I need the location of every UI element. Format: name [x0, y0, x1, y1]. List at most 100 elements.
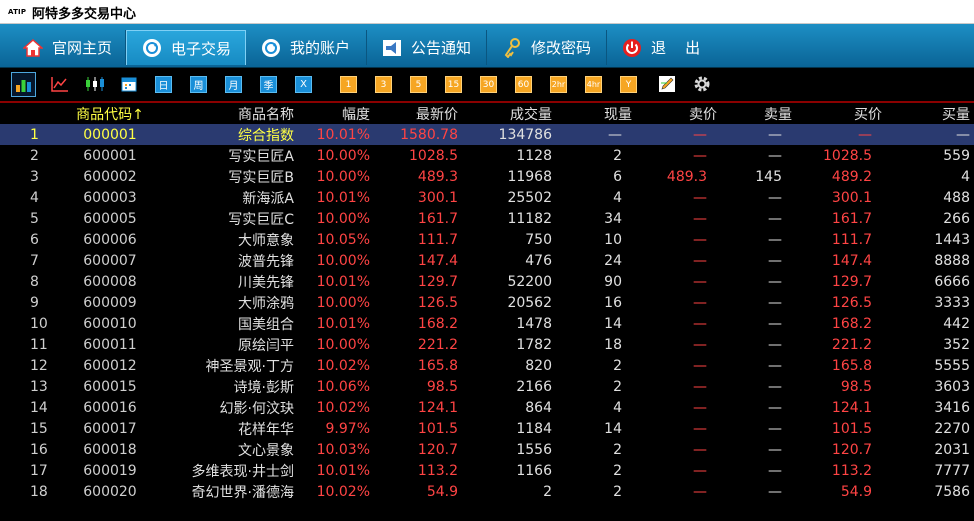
cell-ask-volume: —	[768, 462, 782, 479]
cell-current-volume: 24	[604, 252, 622, 269]
minute-1-button[interactable]: 1	[340, 76, 357, 93]
table-header: 商品代码↑ 商品名称 幅度 最新价 成交量 现量 卖价 卖量 买价 买量	[0, 103, 974, 124]
nav-logout[interactable]: 退 出	[607, 30, 727, 65]
cell-bid-volume: 559	[943, 147, 970, 164]
column-header-bid[interactable]: 买价	[792, 103, 882, 124]
period-quarter-button[interactable]: 季	[260, 76, 277, 93]
cell-row-index: 9	[30, 294, 39, 311]
period-x-button[interactable]: X	[295, 76, 312, 93]
minute-5-button[interactable]: 5	[410, 76, 427, 93]
table-row[interactable]: 8 600008 川美先锋 10.01% 129.7 52200 90 — — 129.7 6666	[0, 271, 974, 292]
cell-change-percent: 10.00%	[316, 210, 370, 227]
cell-last-price: 111.7	[417, 231, 458, 248]
cell-bid-price: 98.5	[840, 378, 872, 395]
period-month-button[interactable]: 月	[225, 76, 242, 93]
column-header-ask[interactable]: 卖价	[632, 103, 717, 124]
candlestick-icon	[86, 76, 104, 91]
hour-4-button[interactable]: 4hr	[585, 76, 602, 93]
calendar-button[interactable]	[120, 75, 138, 92]
table-row[interactable]: 5 600005 写实巨匠C 10.00% 161.7 11182 34 — — 161.7 266	[0, 208, 974, 229]
hour-2-button[interactable]: 2hr	[550, 76, 567, 93]
minute-60-button[interactable]: 60	[515, 76, 532, 93]
draw-tool-button[interactable]	[657, 75, 677, 92]
column-header-name[interactable]: 商品名称	[160, 103, 300, 124]
column-header-change[interactable]: 幅度	[300, 103, 370, 124]
chart-toolbar: 日 周 月 季 X 1 3 5 15 30 60 2hr 4hr Y	[0, 68, 974, 101]
cell-ask-price: —	[693, 273, 707, 290]
nav-change-password[interactable]: 修改密码	[487, 30, 607, 65]
nav-trading[interactable]: 电子交易	[126, 30, 246, 65]
refresh-icon	[141, 37, 163, 59]
cell-row-index: 10	[30, 315, 48, 332]
cell-current-volume: 4	[613, 189, 622, 206]
minute-15-button[interactable]: 15	[445, 76, 462, 93]
cell-current-volume: 10	[604, 231, 622, 248]
table-row[interactable]: 16 600018 文心景象 10.03% 120.7 1556 2 — — 120.7 2031	[0, 439, 974, 460]
cell-product-name: 文心景象	[238, 442, 294, 459]
table-row[interactable]: 6 600006 大师意象 10.05% 111.7 750 10 — — 111.7 1443	[0, 229, 974, 250]
table-row[interactable]: 12 600012 神圣景观·丁方 10.02% 165.8 820 2 — — 165.8 555…	[0, 355, 974, 376]
cell-current-volume: 4	[613, 399, 622, 416]
table-row[interactable]: 3 600002 写实巨匠B 10.00% 489.3 11968 6 489.3 145 489…	[0, 166, 974, 187]
pencil-icon	[659, 75, 675, 92]
window-title: 阿特多多交易中心	[32, 7, 137, 22]
quote-list-button[interactable]	[11, 72, 36, 97]
table-row[interactable]: 13 600015 诗境·彭斯 10.06% 98.5 2166 2 — — 98.5 3603	[0, 376, 974, 397]
table-row[interactable]: 9 600009 大师涂鸦 10.00% 126.5 20562 16 — — 126.5 3333	[0, 292, 974, 313]
cell-change-percent: 10.00%	[316, 336, 370, 353]
main-nav: 官网主页 电子交易 我的账户 公告通知 修改密码 退 出	[0, 24, 974, 68]
minute-3-button[interactable]: 3	[375, 76, 392, 93]
column-header-volume[interactable]: 成交量	[458, 103, 552, 124]
period-week-button[interactable]: 周	[190, 76, 207, 93]
cell-change-percent: 10.01%	[316, 315, 370, 332]
nav-home[interactable]: 官网主页	[8, 30, 126, 65]
table-row[interactable]: 1 000001 综合指数 10.01% 1580.78 134786— — — — —	[0, 124, 974, 145]
cell-current-volume: 14	[604, 420, 622, 437]
table-row[interactable]: 2 600001 写实巨匠A 10.00% 1028.5 1128 2 — — 1028.5 559	[0, 145, 974, 166]
bar-chart-icon	[16, 80, 31, 92]
table-row[interactable]: 4 600003 新海派A 10.01% 300.1 25502 4 — — 300.1 488	[0, 187, 974, 208]
settings-button[interactable]	[692, 74, 712, 94]
cell-current-volume: 14	[604, 315, 622, 332]
cell-product-name: 写实巨匠A	[228, 148, 294, 165]
cell-volume: 11182	[507, 210, 552, 227]
period-year-button[interactable]: Y	[620, 76, 637, 93]
period-day-button[interactable]: 日	[155, 76, 172, 93]
minute-30-button[interactable]: 30	[480, 76, 497, 93]
table-row[interactable]: 11 600011 原绘闫平 10.00% 221.2 1782 18 — — 221.2 352	[0, 334, 974, 355]
cell-row-index: 1	[0, 124, 60, 145]
nav-notice[interactable]: 公告通知	[367, 30, 487, 65]
cell-row-index: 5	[30, 210, 39, 227]
line-chart-button[interactable]	[50, 75, 70, 92]
cell-bid-price: 120.7	[831, 441, 872, 458]
nav-account[interactable]: 我的账户	[246, 30, 367, 65]
column-header-current-volume[interactable]: 现量	[552, 103, 632, 124]
cell-bid-price: 221.2	[831, 336, 872, 353]
column-header-bid-volume[interactable]: 买量	[882, 103, 974, 124]
table-row[interactable]: 15 600017 花样年华 9.97% 101.5 1184 14 — — 101.5 2270	[0, 418, 974, 439]
cell-ask-price: —	[693, 378, 707, 395]
table-row[interactable]: 10 600010 国美组合 10.01% 168.2 1478 14 — — 168.2 442	[0, 313, 974, 334]
cell-bid-volume: 442	[943, 315, 970, 332]
cell-ask-price: —	[693, 399, 707, 416]
cell-product-code: 600003	[83, 189, 137, 206]
table-row[interactable]: 14 600016 幻影·何汶玦 10.02% 124.1 864 4 — — 124.1 3416	[0, 397, 974, 418]
cell-current-volume: 34	[604, 210, 622, 227]
cell-product-code: 600008	[83, 273, 137, 290]
cell-product-code: 600016	[83, 399, 137, 416]
column-header-last[interactable]: 最新价	[370, 103, 458, 124]
cell-ask-price: —	[693, 420, 707, 437]
cell-row-index: 7	[30, 252, 39, 269]
cell-ask-volume: —	[717, 124, 792, 145]
cell-row-index: 14	[30, 399, 48, 416]
cell-row-index: 15	[30, 420, 48, 437]
table-row[interactable]: 7 600007 波普先锋 10.00% 147.4 476 24 — — 147.4 8888	[0, 250, 974, 271]
column-header-ask-volume[interactable]: 卖量	[717, 103, 792, 124]
table-row[interactable]: 17 600019 多维表现·井士剑 10.01% 113.2 1166 2 — — 113.2 7…	[0, 460, 974, 481]
nav-label: 公告通知	[411, 39, 472, 57]
table-row[interactable]: 18 600020 奇幻世界·潘德海 10.02% 54.9 2 2 — — 54.9 7586	[0, 481, 974, 502]
cell-ask-volume: —	[768, 378, 782, 395]
column-header-code[interactable]: 商品代码↑	[60, 103, 160, 124]
cell-bid-price: 165.8	[831, 357, 872, 374]
candlestick-button[interactable]	[84, 75, 106, 92]
